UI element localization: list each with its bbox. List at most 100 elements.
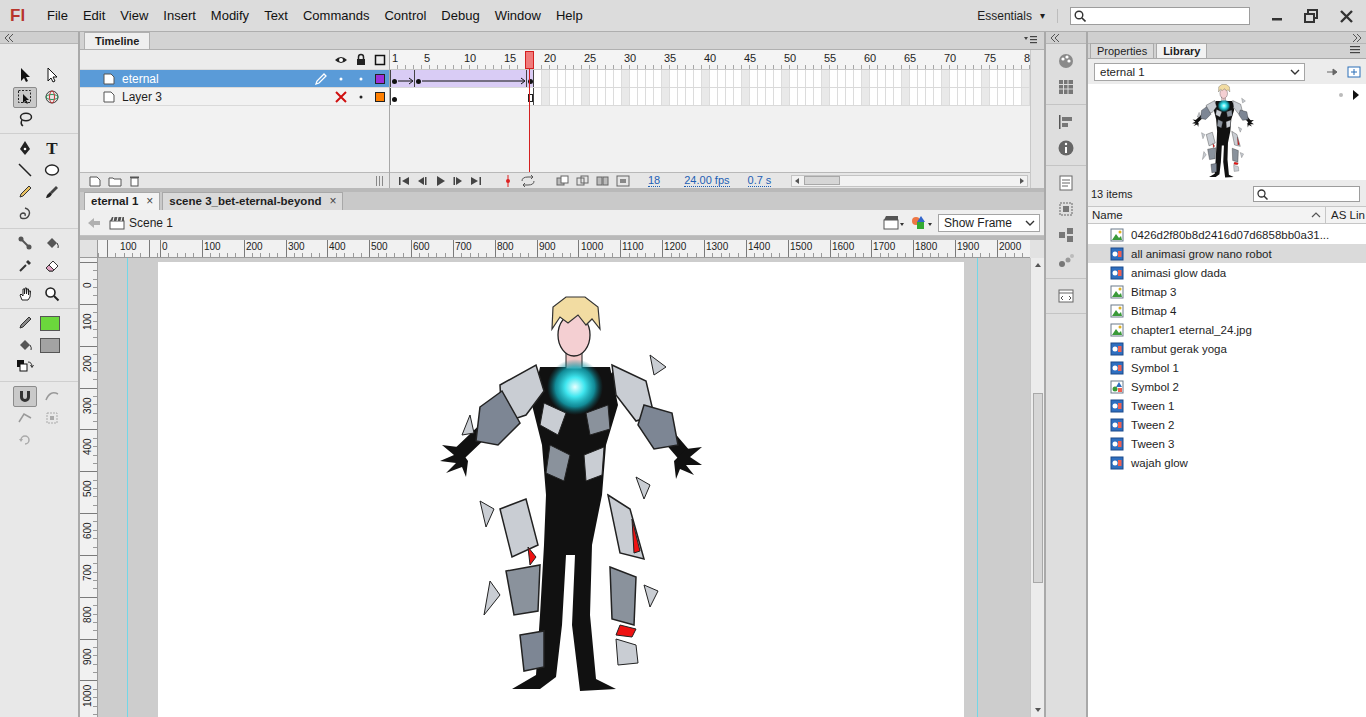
frame-rate[interactable]: 24.00 fps [684,175,729,187]
rotate-option[interactable] [13,430,37,451]
unlocked-dot-icon[interactable] [359,77,363,81]
character-artwork[interactable] [440,295,702,693]
last-frame-icon[interactable] [470,176,482,186]
fill-swatch[interactable] [40,338,60,353]
library-item[interactable]: chapter1 eternal_24.jpg [1088,320,1366,339]
library-item[interactable]: Tween 1 [1088,396,1366,415]
playhead[interactable] [525,51,534,69]
onion-skin-icon[interactable] [556,175,570,187]
panel-tab[interactable]: Library [1156,43,1207,58]
outline-icon[interactable] [374,54,386,66]
loop-icon[interactable] [502,175,514,187]
menu-item[interactable]: Commands [303,6,369,25]
menu-item[interactable]: Control [384,6,426,25]
edit-scene-icon[interactable] [882,214,906,232]
scene-name[interactable]: Scene 1 [129,216,173,230]
paint-bucket-tool[interactable] [40,233,64,254]
library-item[interactable]: Tween 3 [1088,434,1366,453]
library-item[interactable]: 0426d2f80b8d2416d07d6858bb0a31... [1088,225,1366,244]
timeline-hscrollbar[interactable] [791,175,1028,187]
brush-tool[interactable] [40,182,64,203]
scroll-thumb[interactable] [1033,393,1043,583]
document-tab[interactable]: eternal 1× [84,192,160,210]
pencil-tool[interactable] [13,182,37,203]
layer-row[interactable]: eternal [80,70,389,88]
layer-color[interactable] [375,92,385,102]
menu-item[interactable]: Debug [441,6,479,25]
free-transform-tool[interactable] [13,87,37,108]
keyframe-dot[interactable] [392,79,397,84]
elapsed-time[interactable]: 0.7 s [748,175,772,187]
components-panel-icon[interactable] [1057,226,1075,244]
zoom-dropdown[interactable]: Show Frame [938,214,1040,232]
keyframe-dot[interactable] [392,97,397,102]
layer-row[interactable]: Layer 3 [80,88,389,106]
loop-arrows-icon[interactable] [520,175,536,187]
close-tab-button[interactable]: × [329,195,336,208]
first-frame-icon[interactable] [398,176,410,186]
swatches-panel-icon[interactable] [1057,78,1075,96]
library-item[interactable]: animasi glow dada [1088,263,1366,282]
search-field[interactable] [1070,7,1250,25]
pen-tool[interactable] [13,138,37,159]
onion-outline-icon[interactable] [576,175,590,187]
menu-item[interactable]: Modify [211,6,249,25]
menu-item[interactable]: View [120,6,148,25]
library-item[interactable]: Symbol 2 [1088,377,1366,396]
new-layer-icon[interactable] [88,175,102,187]
hidden-x-icon[interactable] [334,90,348,104]
unlocked-dot-icon[interactable] [359,95,363,99]
snap-option[interactable] [13,386,37,407]
frame-ruler[interactable]: 1510152025303540455055606570758 [390,50,1030,70]
new-library-panel-icon[interactable] [1346,65,1362,79]
zoom-tool[interactable] [40,284,64,305]
library-item[interactable]: wajah glow [1088,453,1366,472]
align-panel-icon[interactable] [1057,113,1075,131]
text-tool[interactable]: T [40,138,64,159]
visible-dot-icon[interactable] [339,77,343,81]
motion-presets-icon[interactable] [1057,252,1075,270]
eyedropper-tool[interactable] [13,255,37,276]
stroke-swatch[interactable] [40,316,60,331]
timeline-tab[interactable]: Timeline [84,32,150,49]
library-document-dropdown[interactable]: eternal 1 [1094,63,1305,81]
workspace-switcher[interactable]: Essentials▾ [977,9,1058,23]
layer-color[interactable] [375,74,385,84]
color-panel-icon[interactable] [1057,52,1075,70]
library-item[interactable]: all animasi grow nano robot [1088,244,1366,263]
3d-rotation-tool[interactable] [40,87,64,108]
library-item[interactable]: Symbol 1 [1088,358,1366,377]
subselection-tool[interactable] [40,65,64,86]
history-panel-icon[interactable] [1057,174,1075,192]
info-panel-icon[interactable] [1057,139,1075,157]
lasso-tool[interactable] [13,109,37,130]
minimize-icon[interactable] [1260,6,1294,26]
selection-tool[interactable] [13,65,37,86]
hand-tool[interactable] [13,284,37,305]
play-preview-icon[interactable] [1352,90,1360,100]
column-header[interactable]: Name [1088,209,1311,221]
collapse-icon[interactable] [4,34,14,42]
close-icon[interactable] [1328,6,1366,26]
document-tab[interactable]: scene 3_bet-eternal-beyond× [162,192,343,210]
edit-multiple-icon[interactable] [596,175,610,187]
bone-tool[interactable] [13,233,37,254]
step-forward-icon[interactable] [452,176,464,186]
menu-item[interactable]: Help [556,6,583,25]
onion-markers-icon[interactable] [616,175,630,187]
delete-layer-icon[interactable] [128,175,140,187]
oval-tool[interactable] [40,160,64,181]
library-item[interactable]: Tween 2 [1088,415,1366,434]
menu-item[interactable]: Edit [83,6,105,25]
library-item[interactable]: Bitmap 4 [1088,301,1366,320]
restore-icon[interactable] [1294,6,1328,26]
close-tab-button[interactable]: × [146,195,153,208]
scroll-thumb[interactable] [804,176,840,185]
transform-panel-icon[interactable] [1057,200,1075,218]
menu-item[interactable]: File [47,6,68,25]
back-arrow-icon[interactable] [87,217,101,229]
scale-option[interactable] [40,408,64,429]
panel-menu-icon[interactable] [1022,34,1038,46]
stage-vscrollbar[interactable] [1030,258,1044,717]
expand-icon[interactable] [1352,34,1362,42]
